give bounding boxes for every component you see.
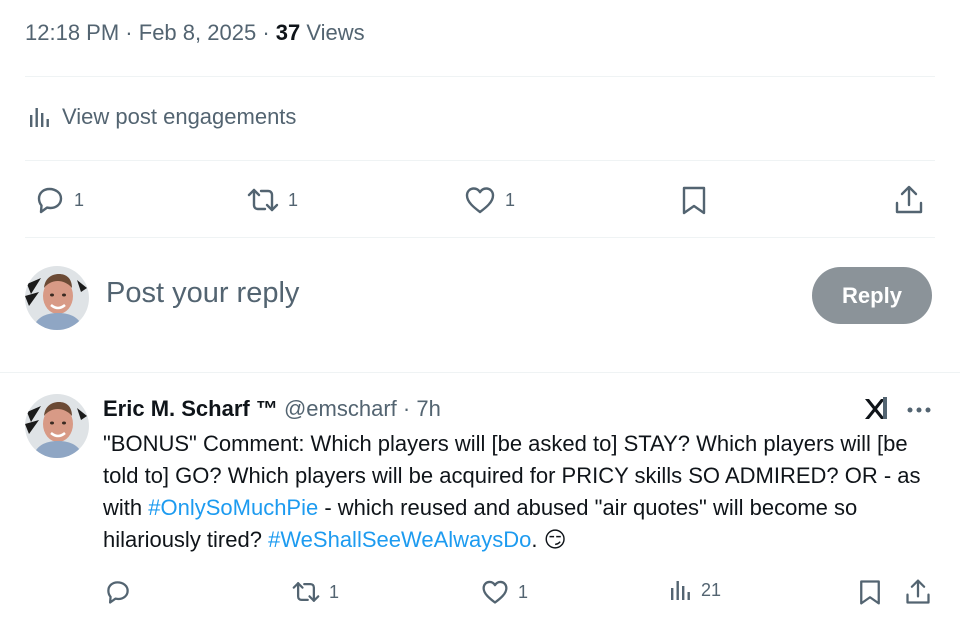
analytics-icon: [671, 581, 690, 600]
bookmark-icon: [682, 186, 706, 215]
reply-icon: [107, 581, 129, 604]
post-share-action[interactable]: [904, 578, 932, 606]
author-avatar[interactable]: [25, 394, 89, 458]
like-count: 1: [505, 189, 516, 210]
share-action[interactable]: [894, 184, 924, 216]
post-like-action[interactable]: 1: [480, 578, 528, 606]
view-engagements-link[interactable]: View post engagements: [28, 104, 296, 130]
post-meta: 12:18 PM · Feb 8, 2025 · 37 Views: [25, 20, 365, 46]
views-count: 37: [275, 20, 301, 45]
repost-icon: [247, 188, 279, 212]
author-handle[interactable]: @emscharf: [284, 396, 397, 421]
repost-icon: [292, 582, 320, 602]
bookmark-icon: [860, 580, 880, 605]
view-engagements-label: View post engagements: [62, 104, 297, 129]
post-time[interactable]: 12:18 PM: [25, 20, 119, 45]
post-text-part: .: [531, 527, 538, 552]
share-icon: [906, 579, 930, 604]
post-repost-action[interactable]: 1: [291, 578, 339, 606]
more-options-icon[interactable]: [905, 398, 933, 422]
post-detail-view: 12:18 PM · Feb 8, 2025 · 37 Views View p…: [0, 0, 960, 631]
reply-count: 1: [74, 189, 85, 210]
grok-icon[interactable]: [862, 394, 890, 422]
repost-count: 1: [288, 189, 299, 210]
post-header: Eric M. Scharf ™ @emscharf · 7h: [103, 396, 441, 422]
like-icon: [482, 580, 508, 604]
divider: [25, 237, 935, 238]
like-icon: [465, 187, 495, 214]
divider: [25, 76, 935, 77]
reply-button[interactable]: Reply: [812, 267, 932, 324]
bookmark-action[interactable]: [680, 184, 708, 216]
post-views-action[interactable]: 21: [669, 578, 721, 602]
post-date[interactable]: Feb 8, 2025: [139, 20, 256, 45]
divider: [25, 160, 935, 161]
author-name[interactable]: Eric M. Scharf ™: [103, 396, 278, 421]
post-like-count: 1: [518, 581, 529, 602]
reply-action[interactable]: 1: [34, 184, 84, 216]
post-repost-count: 1: [329, 581, 340, 602]
analytics-icon: [30, 108, 49, 127]
post-views-count: 21: [701, 579, 722, 600]
reply-icon: [37, 187, 63, 214]
hashtag-link[interactable]: #OnlySoMuchPie: [148, 495, 318, 520]
smirk-emoji: 😏: [543, 527, 567, 552]
post-bookmark-action[interactable]: [857, 578, 883, 606]
meta-separator: ·: [262, 20, 270, 45]
meta-separator: ·: [125, 20, 133, 45]
repost-action[interactable]: 1: [246, 184, 298, 216]
like-action[interactable]: 1: [463, 184, 515, 216]
divider: [0, 372, 960, 373]
reply-input[interactable]: Post your reply: [106, 277, 299, 310]
header-separator: ·: [402, 396, 411, 421]
hashtag-link[interactable]: #WeShallSeeWeAlwaysDo: [268, 527, 531, 552]
post-time-ago[interactable]: 7h: [416, 396, 440, 421]
post-text: "BONUS" Comment: Which players will [be …: [103, 428, 933, 556]
share-icon: [895, 185, 923, 214]
post-reply-action[interactable]: [104, 578, 140, 606]
user-avatar[interactable]: [25, 266, 89, 330]
views-label: Views: [306, 20, 365, 45]
